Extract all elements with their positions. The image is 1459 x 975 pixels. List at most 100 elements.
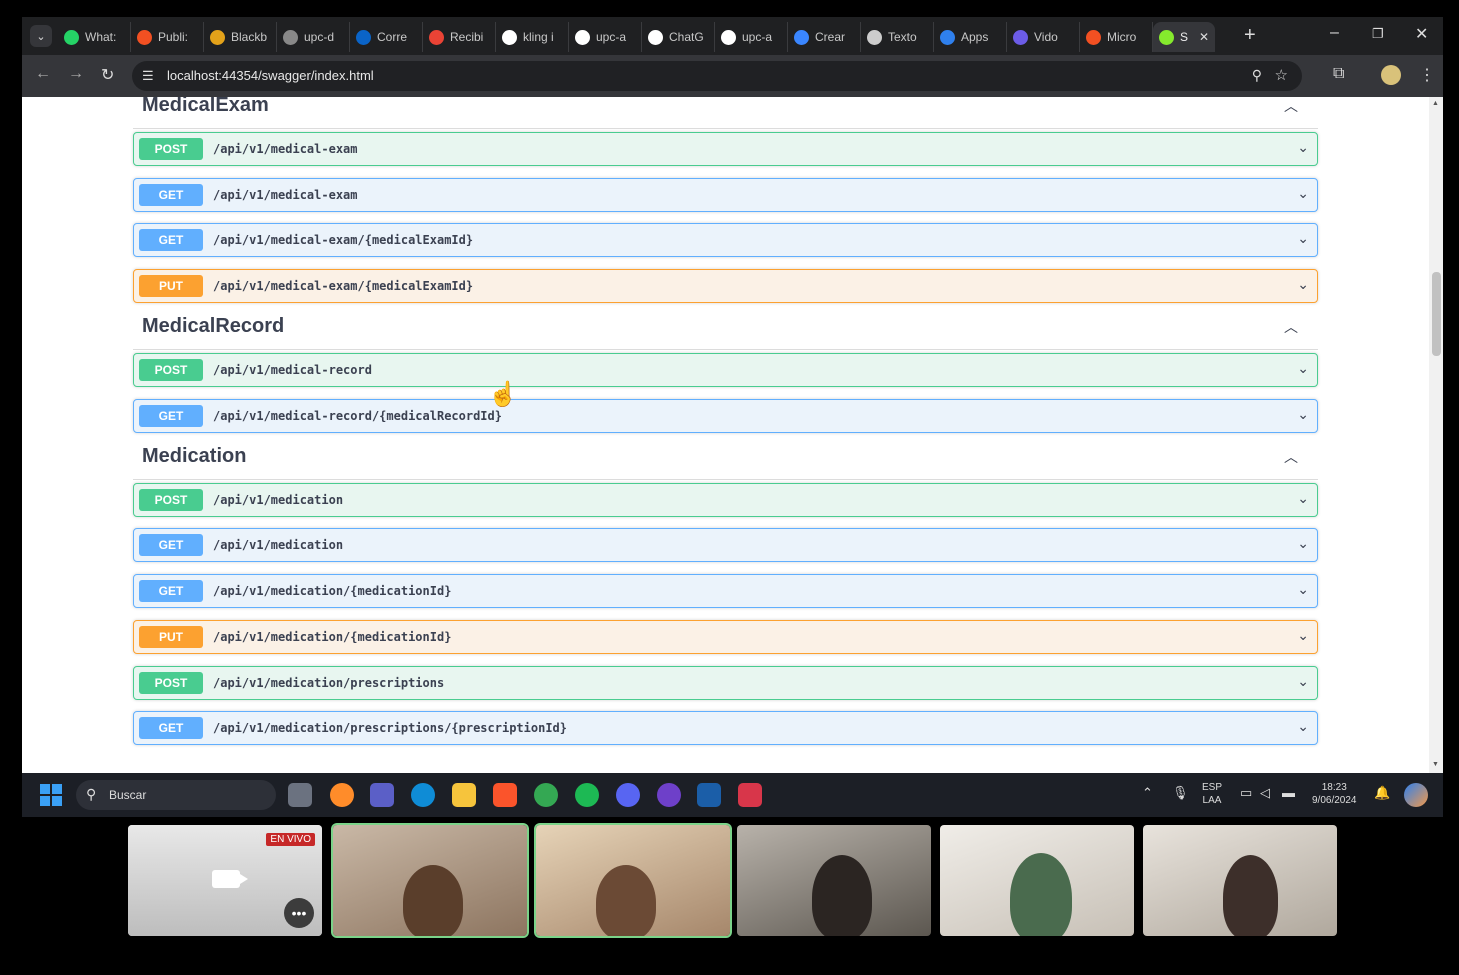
expand-chevron-icon[interactable]: ⌄ (1297, 673, 1309, 690)
github-desktop-icon[interactable] (657, 783, 681, 807)
method-badge[interactable]: POST (139, 488, 203, 511)
section-title[interactable]: MedicalExam (142, 97, 269, 117)
operation-path[interactable]: /api/v1/medical-exam/{medicalExamId} (213, 279, 473, 293)
clock[interactable]: 18:23 9/06/2024 (1312, 781, 1357, 807)
network-icon[interactable]: ▭ (1240, 786, 1252, 799)
forward-icon[interactable]: → (68, 65, 84, 83)
method-badge[interactable]: PUT (139, 275, 203, 298)
participant-tile-1[interactable] (333, 825, 527, 936)
minimize-icon[interactable]: – (1330, 24, 1339, 42)
chrome-icon[interactable] (534, 783, 558, 807)
method-badge[interactable]: PUT (139, 625, 203, 648)
browser-tab[interactable]: upc-d (277, 22, 350, 52)
screen-share-tile[interactable]: EN VIVO ••• (128, 825, 322, 936)
expand-chevron-icon[interactable]: ⌄ (1297, 276, 1309, 293)
operation-path[interactable]: /api/v1/medical-exam (213, 188, 358, 202)
operation-path[interactable]: /api/v1/medication (213, 538, 343, 552)
browser-tab[interactable]: Crear (788, 22, 861, 52)
operation-row[interactable]: GET/api/v1/medication ⌄ (133, 528, 1318, 563)
operation-path[interactable]: /api/v1/medication/{medicationId} (213, 584, 451, 598)
expand-chevron-icon[interactable]: ⌄ (1297, 185, 1309, 202)
operation-row[interactable]: GET/api/v1/medication/{medicationId} ⌄ (133, 574, 1318, 609)
operation-path[interactable]: /api/v1/medical-exam/{medicalExamId} (213, 233, 473, 247)
browser-tab[interactable]: What: (58, 22, 131, 52)
page-scrollbar[interactable]: ▲ ▼ (1429, 97, 1443, 773)
file-explorer-icon[interactable] (452, 783, 476, 807)
edge-icon[interactable] (411, 783, 435, 807)
microphone-icon[interactable]: 🎙 (1172, 786, 1189, 799)
browser-tab[interactable]: Blackb (204, 22, 277, 52)
zoom-icon[interactable]: ⚲ (1252, 67, 1262, 84)
bookmark-star-icon[interactable]: ☆ (1275, 66, 1288, 84)
browser-tab[interactable]: Texto (861, 22, 934, 52)
section-header[interactable]: MedicalExam ︿ (133, 97, 1318, 129)
expand-chevron-icon[interactable]: ⌄ (1297, 360, 1309, 377)
browser-tab[interactable]: Publi: (131, 22, 204, 52)
scroll-thumb[interactable] (1432, 272, 1441, 356)
site-info-icon[interactable]: ☰ (142, 68, 154, 84)
method-badge[interactable]: GET (139, 183, 203, 206)
browser-tab[interactable]: upc-a (569, 22, 642, 52)
browser-tab[interactable]: Micro (1080, 22, 1153, 52)
browser-tab[interactable]: Apps (934, 22, 1007, 52)
scroll-up-icon[interactable]: ▲ (1432, 100, 1439, 107)
participant-tile-2[interactable] (536, 825, 730, 936)
method-badge[interactable]: POST (139, 671, 203, 694)
collapse-caret-icon[interactable]: ︿ (1284, 97, 1298, 116)
expand-chevron-icon[interactable]: ⌄ (1297, 627, 1309, 644)
expand-chevron-icon[interactable]: ⌄ (1297, 406, 1309, 423)
operation-path[interactable]: /api/v1/medication/prescriptions/{prescr… (213, 721, 567, 735)
more-options-icon[interactable]: ••• (284, 898, 314, 928)
expand-chevron-icon[interactable]: ⌄ (1297, 139, 1309, 156)
section-header[interactable]: MedicalRecord ︿ (133, 315, 1318, 351)
widget-icon[interactable] (330, 783, 354, 807)
method-badge[interactable]: GET (139, 534, 203, 557)
participant-tile-5[interactable] (1143, 825, 1337, 936)
operation-path[interactable]: /api/v1/medication/{medicationId} (213, 630, 451, 644)
expand-chevron-icon[interactable]: ⌄ (1297, 230, 1309, 247)
operation-path[interactable]: /api/v1/medical-record (213, 363, 372, 377)
operation-row[interactable]: POST/api/v1/medical-record ⌄ (133, 353, 1318, 388)
operation-row[interactable]: PUT/api/v1/medication/{medicationId} ⌄ (133, 619, 1318, 654)
copilot-icon[interactable] (1404, 783, 1428, 807)
extensions-icon[interactable]: ⧉ (1333, 65, 1344, 83)
operation-row[interactable]: GET/api/v1/medical-exam/{medicalExamId} ⌄ (133, 223, 1318, 258)
close-window-icon[interactable]: ✕ (1415, 24, 1428, 44)
collapse-caret-icon[interactable]: ︿ (1284, 317, 1298, 337)
rider-icon[interactable] (738, 783, 762, 807)
method-badge[interactable]: GET (139, 717, 203, 740)
browser-tab[interactable]: Corre (350, 22, 423, 52)
operation-row[interactable]: PUT/api/v1/medical-exam/{medicalExamId} ⌄ (133, 269, 1318, 304)
operation-path[interactable]: /api/v1/medical-record/{medicalRecordId} (213, 409, 502, 423)
reload-icon[interactable]: ↻ (101, 65, 114, 85)
method-badge[interactable]: GET (139, 580, 203, 603)
participant-tile-4[interactable] (940, 825, 1134, 936)
browser-tab[interactable]: upc-a (715, 22, 788, 52)
new-tab-icon[interactable]: + (1244, 25, 1256, 45)
section-title[interactable]: MedicalRecord (142, 315, 284, 338)
restore-icon[interactable]: ❐ (1372, 26, 1384, 42)
section-title[interactable]: Medication (142, 445, 246, 468)
browser-tab[interactable]: Vido (1007, 22, 1080, 52)
expand-chevron-icon[interactable]: ⌄ (1297, 581, 1309, 598)
spotify-icon[interactable] (575, 783, 599, 807)
participant-tile-3[interactable] (737, 825, 931, 936)
method-badge[interactable]: POST (139, 359, 203, 382)
taskbar-search[interactable]: ⚲ Buscar (76, 780, 276, 810)
volume-icon[interactable]: ◁ (1260, 786, 1270, 799)
expand-chevron-icon[interactable]: ⌄ (1297, 718, 1309, 735)
task-view-icon[interactable] (288, 783, 312, 807)
browser-tab[interactable]: S ✕ (1153, 22, 1215, 52)
operation-row[interactable]: POST/api/v1/medication ⌄ (133, 482, 1318, 517)
battery-icon[interactable]: ▬ (1282, 786, 1295, 799)
operation-row[interactable]: GET/api/v1/medical-exam ⌄ (133, 177, 1318, 212)
operation-path[interactable]: /api/v1/medication/prescriptions (213, 676, 444, 690)
expand-chevron-icon[interactable]: ⌄ (1297, 490, 1309, 507)
teams-icon[interactable] (370, 783, 394, 807)
expand-chevron-icon[interactable]: ⌄ (1297, 535, 1309, 552)
close-tab-icon[interactable]: ✕ (1199, 30, 1209, 44)
method-badge[interactable]: GET (139, 404, 203, 427)
browser-tab[interactable]: kling i (496, 22, 569, 52)
operation-row[interactable]: GET/api/v1/medical-record/{medicalRecord… (133, 398, 1318, 433)
back-icon[interactable]: ← (35, 65, 51, 83)
